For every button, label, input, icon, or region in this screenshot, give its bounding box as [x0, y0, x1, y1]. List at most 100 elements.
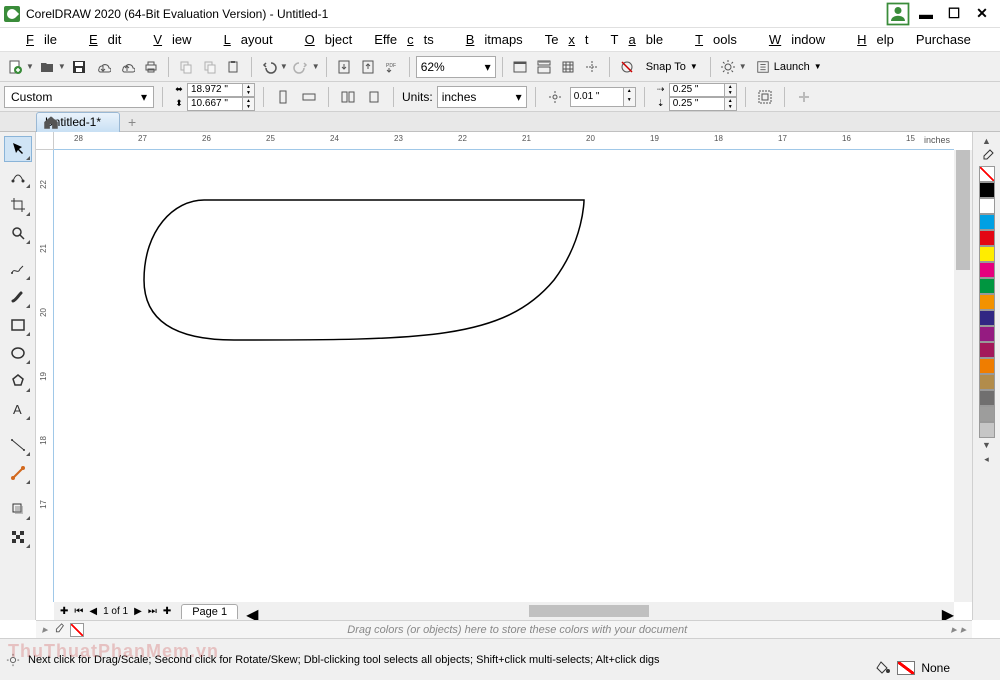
- prev-page-button[interactable]: ◀: [87, 606, 99, 617]
- doc-palette-menu[interactable]: ▸: [960, 623, 966, 636]
- color-swatch[interactable]: [979, 374, 995, 390]
- color-swatch[interactable]: [979, 390, 995, 406]
- dup-x-spinner[interactable]: ▲▼: [725, 83, 737, 97]
- dimension-tool[interactable]: [4, 432, 32, 458]
- zoom-combo[interactable]: 62%▾: [416, 56, 496, 78]
- menu-layout[interactable]: Layout: [204, 30, 283, 49]
- options-button[interactable]: [717, 56, 739, 78]
- menu-window[interactable]: Window: [749, 30, 835, 49]
- polygon-tool[interactable]: [4, 368, 32, 394]
- menu-tools[interactable]: Tools: [675, 30, 747, 49]
- close-button[interactable]: ✕: [968, 4, 996, 24]
- page-width-input[interactable]: [187, 83, 243, 97]
- menu-view[interactable]: View: [133, 30, 201, 49]
- dup-y-spinner[interactable]: ▲▼: [725, 97, 737, 111]
- open-dropdown[interactable]: ▼: [58, 62, 66, 71]
- zoom-tool[interactable]: [4, 220, 32, 246]
- duplicate-y-input[interactable]: [669, 97, 725, 111]
- height-spinner[interactable]: ▲▼: [243, 97, 255, 111]
- color-swatch[interactable]: [979, 342, 995, 358]
- last-page-button[interactable]: ⏭: [146, 606, 159, 617]
- landscape-button[interactable]: [298, 86, 320, 108]
- transparency-tool[interactable]: [4, 524, 32, 550]
- color-swatch[interactable]: [979, 422, 995, 438]
- page-preset-combo[interactable]: Custom▾: [4, 86, 154, 108]
- pick-tool[interactable]: [4, 136, 32, 162]
- vertical-ruler[interactable]: 222120191817: [36, 150, 54, 602]
- import-button[interactable]: [333, 56, 355, 78]
- duplicate-x-input[interactable]: [669, 83, 725, 97]
- doc-eyedropper-icon[interactable]: [52, 623, 66, 637]
- publish-pdf-button[interactable]: PDF: [381, 56, 403, 78]
- account-icon[interactable]: [884, 4, 912, 24]
- units-combo[interactable]: inches▾: [437, 86, 527, 108]
- options-dropdown[interactable]: ▼: [739, 62, 747, 71]
- canvas[interactable]: [54, 150, 954, 602]
- grid-button[interactable]: [557, 56, 579, 78]
- snap-off-button[interactable]: [616, 56, 638, 78]
- menu-table[interactable]: Table: [601, 30, 674, 49]
- doc-palette-arrow[interactable]: ▸: [42, 623, 48, 636]
- crop-tool[interactable]: [4, 192, 32, 218]
- fullscreen-button[interactable]: [509, 56, 531, 78]
- text-tool[interactable]: A: [4, 396, 32, 422]
- color-swatch[interactable]: [979, 262, 995, 278]
- cut-button[interactable]: [199, 56, 221, 78]
- menu-help[interactable]: Help: [837, 30, 904, 49]
- export-button[interactable]: [357, 56, 379, 78]
- menu-bitmaps[interactable]: Bitmaps: [446, 30, 533, 49]
- minimize-button[interactable]: ▬: [912, 4, 940, 24]
- current-page-button[interactable]: [363, 86, 385, 108]
- page-height-input[interactable]: [187, 97, 243, 111]
- palette-flyout-arrow[interactable]: ◂: [984, 452, 989, 467]
- doc-no-color-swatch[interactable]: [70, 623, 84, 637]
- undo-dropdown[interactable]: ▼: [280, 62, 288, 71]
- all-pages-button[interactable]: [337, 86, 359, 108]
- new-dropdown[interactable]: ▼: [26, 62, 34, 71]
- freehand-tool[interactable]: [4, 256, 32, 282]
- menu-file[interactable]: File: [6, 30, 67, 49]
- menu-purchase[interactable]: Purchase: [906, 30, 981, 49]
- undo-button[interactable]: [258, 56, 280, 78]
- menu-object[interactable]: Object: [285, 30, 363, 49]
- color-swatch[interactable]: [979, 230, 995, 246]
- print-button[interactable]: [140, 56, 162, 78]
- rectangle-tool[interactable]: [4, 312, 32, 338]
- color-swatch[interactable]: [979, 406, 995, 422]
- artistic-media-tool[interactable]: [4, 284, 32, 310]
- cloud-save-button[interactable]: [116, 56, 138, 78]
- paste-button[interactable]: [223, 56, 245, 78]
- no-color-swatch[interactable]: [979, 166, 995, 182]
- launch-menu[interactable]: Launch▼: [749, 56, 829, 78]
- first-page-button[interactable]: ⏮: [72, 606, 85, 617]
- drawn-shape[interactable]: [134, 190, 594, 350]
- color-swatch[interactable]: [979, 310, 995, 326]
- ellipse-tool[interactable]: [4, 340, 32, 366]
- vertical-scrollbar[interactable]: [954, 150, 972, 602]
- snap-to-menu[interactable]: Snap To▼: [640, 56, 704, 78]
- open-button[interactable]: [36, 56, 58, 78]
- rulers-button[interactable]: [533, 56, 555, 78]
- treat-as-filled-button[interactable]: [754, 86, 776, 108]
- add-page-after-button[interactable]: ✚: [161, 606, 173, 617]
- color-swatch[interactable]: [979, 246, 995, 262]
- width-spinner[interactable]: ▲▼: [243, 83, 255, 97]
- color-swatch[interactable]: [979, 278, 995, 294]
- menu-text[interactable]: Text: [535, 30, 599, 49]
- ruler-origin[interactable]: [36, 132, 54, 150]
- horizontal-scrollbar[interactable]: ◀▶: [246, 605, 954, 617]
- color-swatch[interactable]: [979, 294, 995, 310]
- copy-button[interactable]: [175, 56, 197, 78]
- redo-button[interactable]: [290, 56, 312, 78]
- color-swatch[interactable]: [979, 182, 995, 198]
- color-swatch[interactable]: [979, 198, 995, 214]
- add-page-button[interactable]: ✚: [58, 606, 70, 617]
- document-palette[interactable]: ▸ Drag colors (or objects) here to store…: [36, 620, 972, 638]
- palette-up-arrow[interactable]: ▲: [982, 134, 991, 148]
- guidelines-button[interactable]: [581, 56, 603, 78]
- menu-edit[interactable]: Edit: [69, 30, 131, 49]
- shape-tool[interactable]: [4, 164, 32, 190]
- fill-indicator[interactable]: None: [875, 660, 950, 676]
- maximize-button[interactable]: ☐: [940, 4, 968, 24]
- color-swatch[interactable]: [979, 358, 995, 374]
